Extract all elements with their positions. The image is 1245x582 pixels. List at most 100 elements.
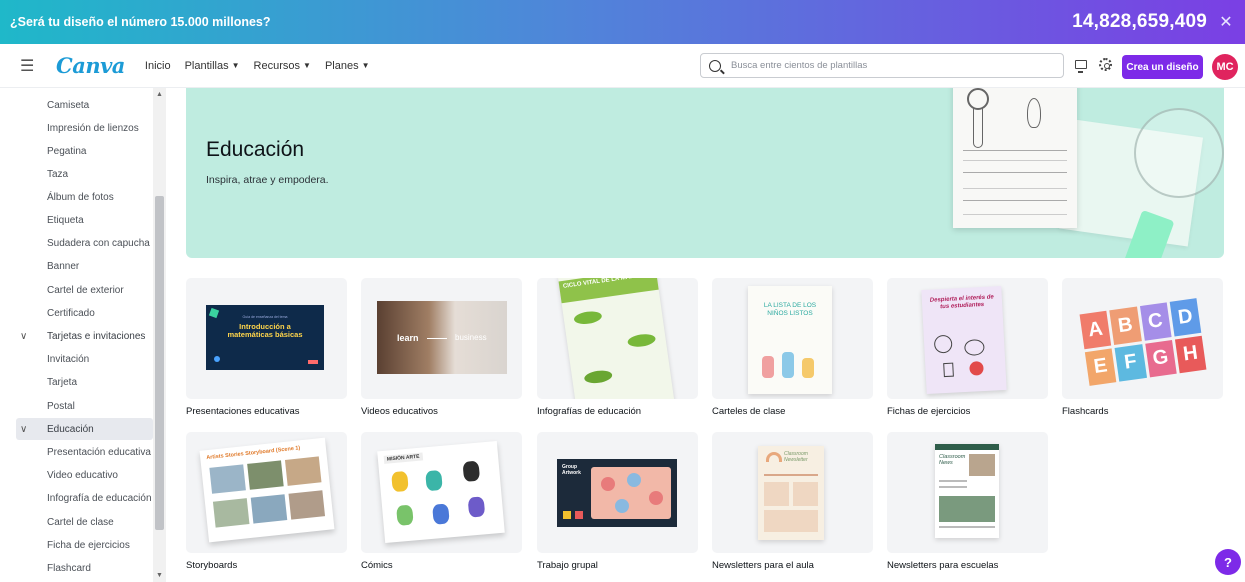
card-newsletters-escuelas[interactable]: Classroom News Newsletters para escuelas (887, 432, 1048, 571)
sidebar-item-flashcard[interactable]: Flashcard (47, 563, 91, 574)
card-fichas[interactable]: Despierta el interés de tus estudiantes … (887, 278, 1048, 417)
thumb-text: Introducción a matemáticas básicas (227, 322, 303, 339)
card-carteles[interactable]: LA LISTA DE LOS NIÑOS LISTOS Carteles de… (712, 278, 873, 417)
card-label[interactable]: Cómics (361, 560, 522, 571)
help-button[interactable]: ? (1215, 549, 1241, 575)
card-thumbnail[interactable]: MISIÓN ARTE (361, 432, 522, 553)
chevron-down-icon: ▼ (361, 61, 370, 70)
card-flashcards[interactable]: A B C D E F G H Flashcards (1062, 278, 1223, 417)
nav-link-recursos[interactable]: Recursos ▼ (254, 60, 311, 72)
card-label[interactable]: Trabajo grupal (537, 560, 698, 571)
scroll-down-icon[interactable]: ▼ (155, 572, 164, 579)
nav-link-planes[interactable]: Planes ▼ (325, 60, 370, 72)
scroll-up-icon[interactable]: ▲ (155, 91, 164, 98)
gear-icon[interactable] (1099, 58, 1112, 71)
search-bar[interactable] (700, 53, 1064, 78)
card-thumbnail[interactable]: Despierta el interés de tus estudiantes (887, 278, 1048, 399)
sidebar-item-album-fotos[interactable]: Álbum de fotos (47, 192, 114, 203)
flashcard-letter: C (1139, 302, 1172, 341)
design-counter: 14,828,659,409 (1072, 11, 1207, 32)
sidebar-item-tarjeta[interactable]: Tarjeta (47, 377, 77, 388)
card-thumbnail[interactable]: learn business (361, 278, 522, 399)
card-label[interactable]: Newsletters para escuelas (887, 560, 1048, 571)
flashcard-letter: H (1174, 335, 1207, 374)
sidebar-item-video-educativo[interactable]: Video educativo (47, 470, 118, 481)
sidebar-item-pegatina[interactable]: Pegatina (47, 146, 86, 157)
card-presentaciones[interactable]: Guía de enseñanza del tema Introducción … (186, 278, 347, 417)
page-subtitle: Inspira, atrae y empodera. (206, 174, 329, 186)
sidebar-scrollbar-thumb[interactable] (155, 196, 164, 530)
thumb-text: CICLO VITAL DE LA MARIPOSA (558, 278, 659, 304)
card-label[interactable]: Infografías de educación (537, 406, 698, 417)
flashcard-letter: B (1109, 306, 1142, 345)
sidebar: Camiseta Impresión de lienzos Pegatina T… (0, 88, 166, 582)
sidebar-item-sudadera[interactable]: Sudadera con capucha (47, 238, 150, 249)
flashcard-letter: E (1084, 347, 1117, 386)
card-storyboards[interactable]: Artists Stories Storyboard (Scene 1) Sto… (186, 432, 347, 571)
thumb-text: learn (397, 333, 419, 343)
card-infografias[interactable]: CICLO VITAL DE LA MARIPOSA Infografías d… (537, 278, 698, 417)
card-thumbnail[interactable]: A B C D E F G H (1062, 278, 1223, 399)
flashcard-letter: F (1114, 343, 1147, 382)
card-videos[interactable]: learn business Videos educativos (361, 278, 522, 417)
card-newsletters-aula[interactable]: Classroom Newsletter Newsletters para el… (712, 432, 873, 571)
sidebar-item-camiseta[interactable]: Camiseta (47, 100, 89, 111)
thumb-text: Despierta el interés de tus estudiantes (929, 294, 994, 311)
thumb-text: LA LISTA DE LOS NIÑOS LISTOS (763, 302, 817, 317)
sidebar-item-impresion-lienzos[interactable]: Impresión de lienzos (47, 123, 139, 134)
card-thumbnail[interactable]: CICLO VITAL DE LA MARIPOSA (537, 278, 698, 399)
card-label[interactable]: Flashcards (1062, 406, 1223, 417)
hero-banner: Educación Inspira, atrae y empodera. (186, 88, 1224, 258)
sidebar-item-infografia[interactable]: Infografía de educación (47, 493, 152, 504)
thumb-text: Classroom Newsletter (784, 451, 808, 463)
thumb-text: Classroom News (939, 454, 966, 466)
sidebar-item-presentacion-educativa[interactable]: Presentación educativa (47, 447, 151, 458)
sidebar-category-tarjetas[interactable]: ∨ Tarjetas e invitaciones (20, 331, 145, 342)
card-trabajo-grupal[interactable]: Group Artwork Trabajo grupal (537, 432, 698, 571)
sidebar-item-invitacion[interactable]: Invitación (47, 354, 89, 365)
sidebar-item-etiqueta[interactable]: Etiqueta (47, 215, 84, 226)
sidebar-category-educacion[interactable]: ∨ Educación (20, 424, 94, 435)
card-thumbnail[interactable]: Artists Stories Storyboard (Scene 1) (186, 432, 347, 553)
card-label[interactable]: Newsletters para el aula (712, 560, 873, 571)
sidebar-item-cartel-exterior[interactable]: Cartel de exterior (47, 285, 124, 296)
chevron-down-icon: ∨ (20, 424, 28, 435)
nav-links: Inicio Plantillas ▼ Recursos ▼ Planes ▼ (145, 60, 370, 72)
card-thumbnail[interactable]: Classroom News (887, 432, 1048, 553)
sidebar-item-cartel-clase[interactable]: Cartel de clase (47, 517, 114, 528)
card-label[interactable]: Carteles de clase (712, 406, 873, 417)
monitor-icon[interactable] (1075, 60, 1087, 73)
card-label[interactable]: Videos educativos (361, 406, 522, 417)
chevron-down-icon: ▼ (231, 61, 240, 70)
card-thumbnail[interactable]: Guía de enseñanza del tema Introducción … (186, 278, 347, 399)
promo-banner: ¿Será tu diseño el número 15.000 millone… (0, 0, 1245, 44)
sidebar-item-postal[interactable]: Postal (47, 401, 75, 412)
card-thumbnail[interactable]: Classroom Newsletter (712, 432, 873, 553)
nav-link-plantillas[interactable]: Plantillas ▼ (185, 60, 240, 72)
avatar[interactable]: MC (1212, 54, 1238, 80)
card-label[interactable]: Presentaciones educativas (186, 406, 347, 417)
canva-logo[interactable]: Canva (56, 53, 125, 78)
flashcard-letter: G (1144, 339, 1177, 378)
nav-link-inicio[interactable]: Inicio (145, 60, 171, 72)
card-comics[interactable]: MISIÓN ARTE Cómics (361, 432, 522, 571)
sidebar-item-banner[interactable]: Banner (47, 261, 79, 272)
create-design-button[interactable]: Crea un diseño (1122, 55, 1203, 79)
sidebar-item-certificado[interactable]: Certificado (47, 308, 95, 319)
thumb-text: Group Artwork (562, 464, 581, 476)
page-title: Educación (206, 138, 305, 161)
card-thumbnail[interactable]: LA LISTA DE LOS NIÑOS LISTOS (712, 278, 873, 399)
sidebar-item-ficha[interactable]: Ficha de ejercicios (47, 540, 130, 551)
close-icon[interactable]: ✕ (1217, 12, 1235, 32)
promo-message[interactable]: ¿Será tu diseño el número 15.000 millone… (10, 15, 271, 29)
card-label[interactable]: Fichas de ejercicios (887, 406, 1048, 417)
protractor-image (1134, 108, 1224, 198)
top-nav: ☰ Canva Inicio Plantillas ▼ Recursos ▼ Pla… (0, 44, 1245, 88)
card-label[interactable]: Storyboards (186, 560, 347, 571)
chevron-down-icon: ▼ (303, 61, 311, 70)
flashcard-letter: D (1169, 298, 1202, 337)
sidebar-item-taza[interactable]: Taza (47, 169, 68, 180)
search-input[interactable] (731, 60, 1051, 71)
menu-icon[interactable]: ☰ (20, 56, 42, 76)
card-thumbnail[interactable]: Group Artwork (537, 432, 698, 553)
